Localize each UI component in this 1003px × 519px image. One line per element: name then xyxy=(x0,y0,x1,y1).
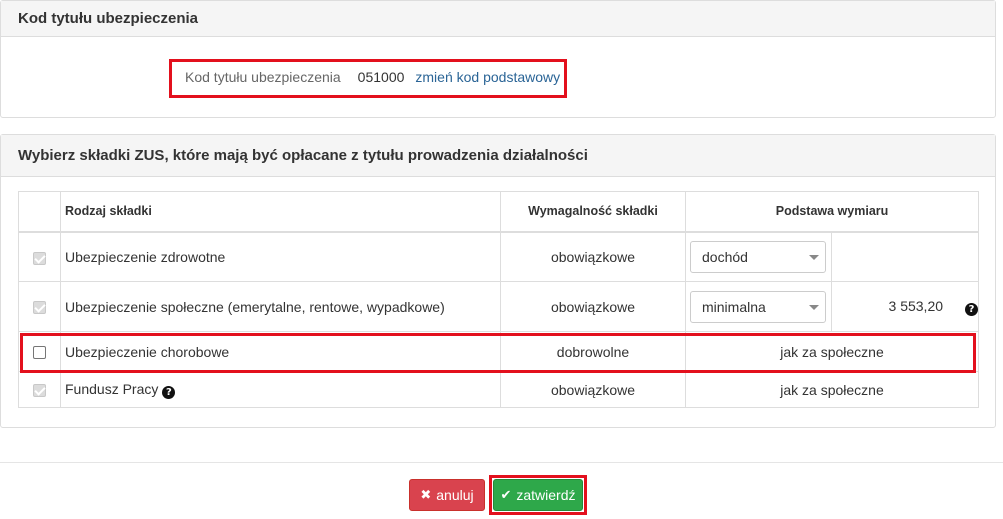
row-required: dobrowolne xyxy=(500,331,686,372)
insurance-code-panel-title: Kod tytułu ubezpieczenia xyxy=(1,1,995,37)
base-select-cell: minimalna xyxy=(685,281,832,332)
row-required: obowiązkowe xyxy=(500,281,686,332)
question-circle-icon[interactable]: ? xyxy=(162,385,176,399)
insurance-code-row: Kod tytułu ubezpieczenia 051000 zmień ko… xyxy=(185,69,560,85)
row-name: Fundusz Pracy xyxy=(65,380,159,397)
row-name-cell: Fundusz Pracy? xyxy=(60,371,501,408)
insurance-code-value: 051000 xyxy=(357,69,405,85)
header-required: Wymagalność składki xyxy=(500,191,686,233)
amount-cell-empty xyxy=(830,231,980,282)
zus-contributions-panel: Wybierz składki ZUS, które mają być opła… xyxy=(0,134,996,428)
footer-divider xyxy=(0,462,1003,463)
health-checkbox xyxy=(33,251,46,265)
insurance-code-label: Kod tytułu ubezpieczenia xyxy=(185,69,341,85)
row-required: obowiązkowe xyxy=(500,371,686,408)
row-required: obowiązkowe xyxy=(500,231,686,282)
checkbox-cell xyxy=(18,281,61,332)
cancel-button[interactable]: ✖ anuluj xyxy=(409,479,485,511)
cancel-label: anuluj xyxy=(436,487,474,503)
confirm-label: zatwierdź xyxy=(516,487,576,503)
labor-fund-checkbox xyxy=(33,384,46,398)
social-amount: 3 553,20 xyxy=(888,297,944,314)
header-base: Podstawa wymiaru xyxy=(684,191,980,233)
question-circle-icon[interactable]: ? xyxy=(965,302,979,316)
checkbox-cell xyxy=(18,231,61,282)
row-base-text: jak za społeczne xyxy=(684,371,980,408)
change-code-link[interactable]: zmień kod podstawowy xyxy=(415,69,560,85)
health-base-select[interactable]: dochód xyxy=(690,240,826,273)
row-base-text: jak za społeczne xyxy=(684,331,980,372)
social-base-select[interactable]: minimalna xyxy=(690,290,826,323)
chevron-down-icon xyxy=(809,304,819,310)
select-value: minimalna xyxy=(702,298,766,315)
chevron-down-icon xyxy=(809,254,819,260)
header-type: Rodzaj składki xyxy=(60,191,501,233)
row-name: Ubezpieczenie chorobowe xyxy=(60,331,501,372)
row-name: Ubezpieczenie zdrowotne xyxy=(60,231,501,282)
row-name: Ubezpieczenie społeczne (emerytalne, ren… xyxy=(60,281,501,332)
header-checkbox-col xyxy=(18,191,61,233)
checkbox-cell xyxy=(18,371,61,408)
insurance-code-panel: Kod tytułu ubezpieczenia Kod tytułu ubez… xyxy=(0,0,996,118)
table-row-social: Ubezpieczenie społeczne (emerytalne, ren… xyxy=(18,281,980,332)
table-header-row: Rodzaj składki Wymagalność składki Podst… xyxy=(18,191,980,233)
confirm-button[interactable]: ✔ zatwierdź xyxy=(493,479,583,511)
checkbox-cell xyxy=(18,331,61,372)
social-checkbox xyxy=(33,301,46,315)
table-row-sickness: Ubezpieczenie chorobowe dobrowolne jak z… xyxy=(18,331,980,372)
zus-panel-title: Wybierz składki ZUS, które mają być opła… xyxy=(1,135,995,177)
check-icon: ✔ xyxy=(500,487,512,503)
amount-cell: 3 553,20? xyxy=(830,281,980,332)
sickness-checkbox[interactable] xyxy=(33,346,46,360)
select-value: dochód xyxy=(702,248,748,265)
base-select-cell: dochód xyxy=(685,231,832,282)
contributions-table: Rodzaj składki Wymagalność składki Podst… xyxy=(18,191,980,408)
table-row-labor-fund: Fundusz Pracy? obowiązkowe jak za społec… xyxy=(18,371,980,408)
times-icon: ✖ xyxy=(420,487,432,503)
table-row-health: Ubezpieczenie zdrowotne obowiązkowe doch… xyxy=(18,231,980,282)
